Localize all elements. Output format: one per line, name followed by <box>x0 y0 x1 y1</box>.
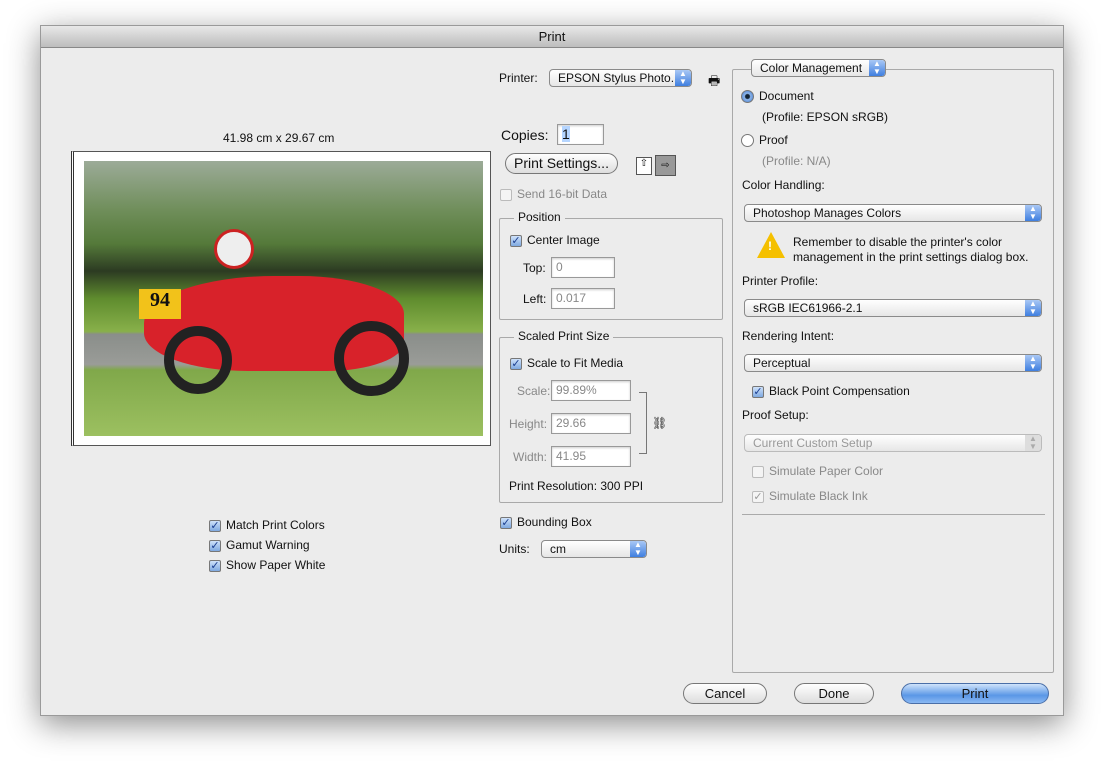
divider <box>742 514 1045 515</box>
color-handling-select[interactable]: Photoshop Manages Colors ▲ ▼ <box>744 204 1042 222</box>
height-input[interactable]: 29.66 <box>551 413 631 434</box>
rendering-intent-select[interactable]: Perceptual ▲ ▼ <box>744 354 1042 372</box>
stepper-arrows-icon: ▲ ▼ <box>675 70 691 86</box>
simulate-black-ink-checkbox[interactable]: ✓ Simulate Black Ink <box>752 489 868 503</box>
print-preview: 94 <box>71 151 491 446</box>
top-input[interactable]: 0 <box>551 257 615 278</box>
document-radio[interactable]: Document <box>741 89 814 104</box>
label: Match Print Colors <box>226 518 325 532</box>
link-bracket <box>639 392 647 454</box>
units-select[interactable]: cm ▲ ▼ <box>541 540 647 558</box>
copies-input[interactable]: 1 <box>557 124 604 145</box>
units-label: Units: <box>499 542 530 556</box>
portrait-orientation-icon[interactable]: ⇧ <box>636 157 652 175</box>
proof-setup-select[interactable]: Current Custom Setup ▲ ▼ <box>744 434 1042 452</box>
rendering-intent-label: Rendering Intent: <box>742 329 835 343</box>
position-title: Position <box>514 210 565 224</box>
printer-profile-select[interactable]: sRGB IEC61966-2.1 ▲ ▼ <box>744 299 1042 317</box>
top-label: Top: <box>523 261 546 275</box>
printer-profile-label: Printer Profile: <box>742 274 819 288</box>
scale-label: Scale: <box>517 384 551 398</box>
warning-text: Remember to disable the printer's color … <box>793 235 1029 264</box>
center-image-checkbox[interactable]: ✓ Center Image <box>510 233 600 247</box>
print-button[interactable]: Print <box>901 683 1049 704</box>
label: Gamut Warning <box>226 538 310 552</box>
gamut-warning-checkbox[interactable]: ✓ Gamut Warning <box>209 535 325 555</box>
printer-label: Printer: <box>499 71 538 85</box>
color-management-select[interactable]: Color Management ▲ ▼ <box>751 59 886 77</box>
left-label: Left: <box>523 292 547 306</box>
link-icon[interactable]: ⛓ <box>652 416 667 430</box>
label: Show Paper White <box>226 558 326 572</box>
width-label: Width: <box>513 450 548 464</box>
copies-label: Copies: <box>501 127 549 143</box>
bounding-box-checkbox[interactable]: ✓ Bounding Box <box>500 515 592 529</box>
proof-profile: (Profile: N/A) <box>762 154 831 168</box>
print-dialog: Print 41.98 cm x 29.67 cm 94 ✓ Match Prin… <box>40 25 1064 716</box>
color-handling-label: Color Handling: <box>742 178 825 192</box>
cancel-button[interactable]: Cancel <box>683 683 767 704</box>
printer-select[interactable]: EPSON Stylus Photo... ▲ ▼ <box>549 69 692 87</box>
print-resolution: Print Resolution: 300 PPI <box>509 479 644 493</box>
proof-setup-label: Proof Setup: <box>742 408 809 422</box>
show-paper-white-checkbox[interactable]: ✓ Show Paper White <box>209 555 325 575</box>
printer-setup-icon[interactable]: 🖶 <box>708 72 720 94</box>
preview-dimensions: 41.98 cm x 29.67 cm <box>223 131 335 145</box>
height-label: Height: <box>509 417 548 431</box>
width-input[interactable]: 41.95 <box>551 446 631 467</box>
window-title: Print <box>41 26 1063 48</box>
landscape-orientation-icon[interactable]: ⇨ <box>655 155 676 176</box>
left-input[interactable]: 0.017 <box>551 288 615 309</box>
scaled-title: Scaled Print Size <box>514 329 614 343</box>
preview-photo: 94 <box>84 161 483 436</box>
scale-input[interactable]: 99.89% <box>551 380 631 401</box>
send-16bit-checkbox[interactable]: Send 16-bit Data <box>500 187 607 201</box>
warning-mark: ! <box>768 239 772 253</box>
print-settings-button[interactable]: Print Settings... <box>505 153 618 174</box>
black-point-compensation-checkbox[interactable]: ✓ Black Point Compensation <box>752 384 910 398</box>
done-button[interactable]: Done <box>794 683 874 704</box>
simulate-paper-color-checkbox[interactable]: Simulate Paper Color <box>752 464 883 478</box>
proof-radio[interactable]: Proof <box>741 133 788 148</box>
scale-to-fit-checkbox[interactable]: ✓ Scale to Fit Media <box>510 356 623 370</box>
document-profile: (Profile: EPSON sRGB) <box>762 110 889 124</box>
match-print-colors-checkbox[interactable]: ✓ Match Print Colors <box>209 515 325 535</box>
